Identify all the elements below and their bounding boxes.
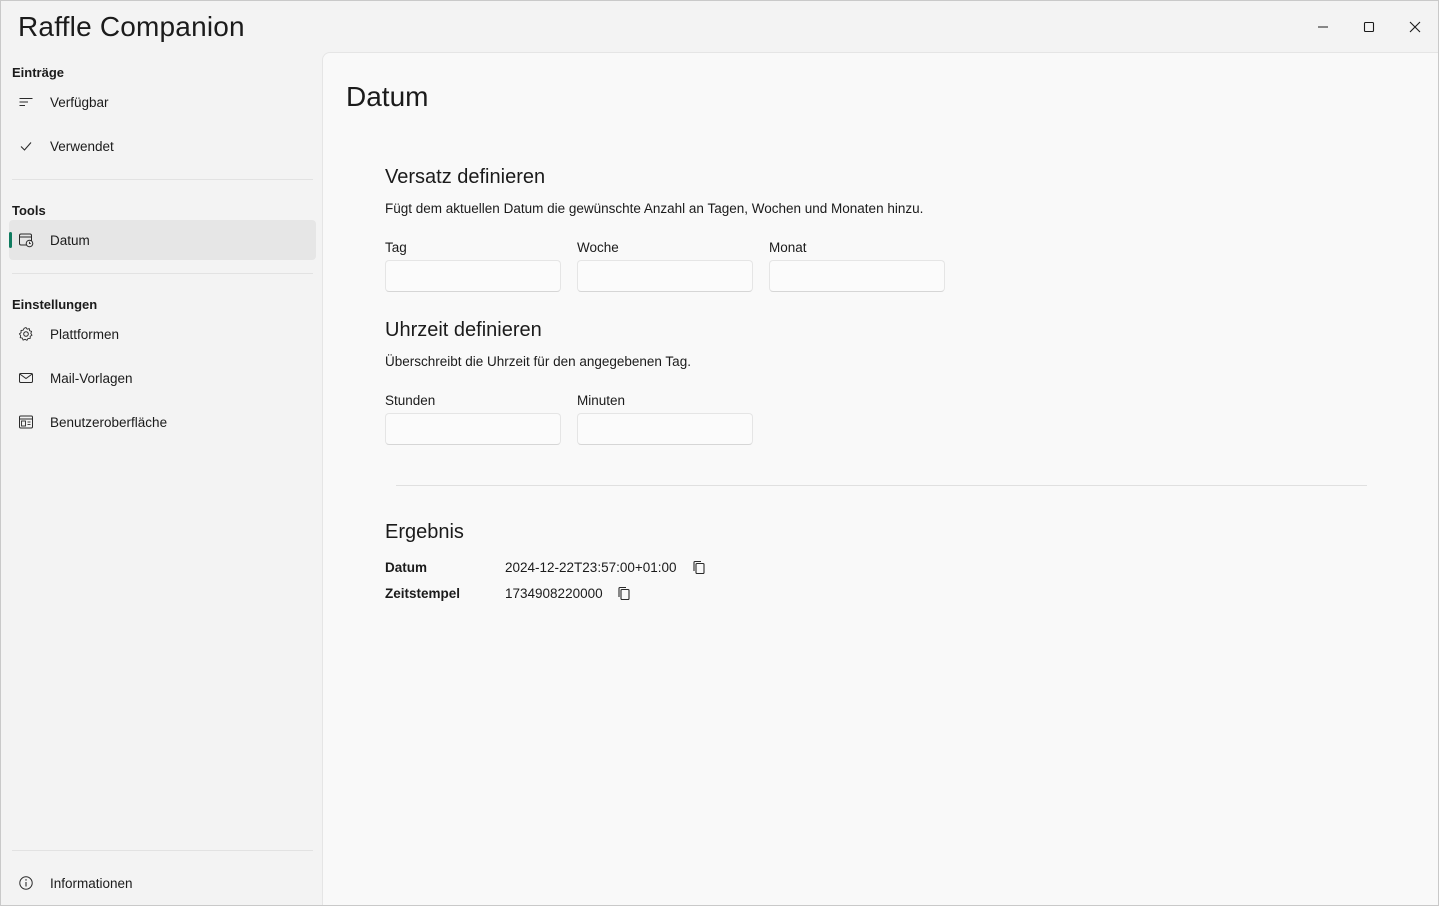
calendar-clock-icon xyxy=(18,232,34,248)
app-title: Raffle Companion xyxy=(18,11,245,42)
navigation-pane: Einträge Verfügbar Verwendet Tools Datum… xyxy=(1,53,322,905)
info-icon xyxy=(18,875,34,891)
copy-zeitstempel-button[interactable] xyxy=(616,585,632,601)
nav-item-label: Mail-Vorlagen xyxy=(50,370,133,386)
field-label-woche: Woche xyxy=(577,240,619,255)
section-title-time: Uhrzeit definieren xyxy=(385,319,542,341)
nav-item-plattformen[interactable]: Plattformen xyxy=(9,314,316,354)
nav-item-label: Verfügbar xyxy=(50,94,109,110)
minimize-icon xyxy=(1318,26,1328,28)
app-window: Raffle Companion Einträge Verfügbar Verw… xyxy=(0,0,1439,906)
nav-divider xyxy=(12,273,313,274)
copy-datum-button[interactable] xyxy=(691,559,707,575)
nav-item-label: Plattformen xyxy=(50,326,120,342)
close-icon xyxy=(1409,21,1421,33)
result-key-datum: Datum xyxy=(385,560,428,575)
field-label-tag: Tag xyxy=(385,240,407,255)
result-value-datum: 2024-12-22T23:57:00+01:00 xyxy=(505,560,677,575)
section-title-result: Ergebnis xyxy=(385,521,464,543)
maximize-icon xyxy=(1363,21,1375,33)
mail-icon xyxy=(18,370,34,386)
woche-input[interactable] xyxy=(577,260,753,292)
monat-input[interactable] xyxy=(769,260,945,292)
window-controls xyxy=(1300,1,1438,53)
nav-item-verfuegbar[interactable]: Verfügbar xyxy=(9,82,316,122)
stunden-input[interactable] xyxy=(385,413,561,445)
field-label-minuten: Minuten xyxy=(577,393,626,408)
selection-indicator xyxy=(9,232,12,248)
page-title: Datum xyxy=(346,81,429,112)
nav-item-label: Benutzeroberfläche xyxy=(50,414,168,430)
nav-item-datum[interactable]: Datum xyxy=(9,220,316,260)
nav-header-tools: Tools xyxy=(12,203,46,218)
copy-icon xyxy=(618,586,630,600)
result-value-zeitstempel: 1734908220000 xyxy=(505,586,603,601)
checkmark-icon xyxy=(18,138,34,154)
nav-item-mail-vorlagen[interactable]: Mail-Vorlagen xyxy=(9,358,316,398)
nav-header-eintraege: Einträge xyxy=(12,65,65,80)
field-label-stunden: Stunden xyxy=(385,393,436,408)
nav-item-benutzeroberflaeche[interactable]: Benutzeroberfläche xyxy=(9,402,316,442)
window-layout-icon xyxy=(18,414,34,430)
section-description-offset: Fügt dem aktuellen Datum die gewünschte … xyxy=(385,201,924,216)
maximize-button[interactable] xyxy=(1346,1,1392,53)
section-description-time: Überschreibt die Uhrzeit für den angegeb… xyxy=(385,354,691,369)
field-label-monat: Monat xyxy=(769,240,807,255)
list-lines-icon xyxy=(18,94,34,110)
nav-item-informationen[interactable]: Informationen xyxy=(9,863,316,903)
gear-icon xyxy=(18,326,34,342)
close-button[interactable] xyxy=(1392,1,1438,53)
title-bar: Raffle Companion xyxy=(1,1,1438,53)
nav-footer-divider xyxy=(12,850,313,851)
nav-item-label: Datum xyxy=(50,232,90,248)
nav-divider xyxy=(12,179,313,180)
section-divider xyxy=(396,485,1367,486)
nav-item-label: Informationen xyxy=(50,875,133,891)
minuten-input[interactable] xyxy=(577,413,753,445)
result-key-zeitstempel: Zeitstempel xyxy=(385,586,461,601)
nav-item-verwendet[interactable]: Verwendet xyxy=(9,126,316,166)
nav-header-einstellungen: Einstellungen xyxy=(12,297,98,312)
minimize-button[interactable] xyxy=(1300,1,1346,53)
section-title-offset: Versatz definieren xyxy=(385,166,546,188)
nav-item-label: Verwendet xyxy=(50,138,114,154)
tag-input[interactable] xyxy=(385,260,561,292)
copy-icon xyxy=(693,560,705,574)
content-area: Datum Versatz definieren Fügt dem aktuel… xyxy=(322,52,1438,905)
